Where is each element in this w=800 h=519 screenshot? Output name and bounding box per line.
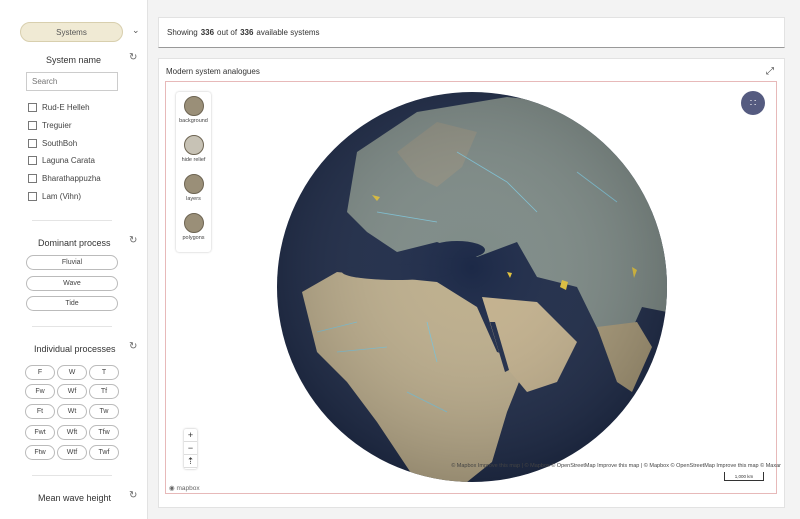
- scale-bar: 1,000 km: [724, 472, 764, 481]
- tool-label: hide relief: [181, 157, 206, 163]
- system-label: Treguier: [42, 121, 72, 130]
- process-button[interactable]: Fw: [25, 384, 55, 399]
- individual-processes-title: Individual processes: [34, 344, 116, 354]
- globe-shading: [277, 92, 667, 482]
- checkbox[interactable]: [28, 192, 37, 201]
- hide-relief-tool[interactable]: hide relief: [176, 135, 211, 163]
- sidebar: Systems ⌄ System name ↻ Rud-E Helleh Tre…: [0, 0, 148, 519]
- process-button[interactable]: Tw: [89, 404, 119, 419]
- globe[interactable]: [277, 92, 667, 482]
- grid-menu-button[interactable]: ∷: [741, 91, 765, 115]
- system-checkbox-row[interactable]: Laguna Carata: [28, 156, 95, 165]
- reset-icon[interactable]: ↻: [129, 341, 137, 352]
- system-label: Laguna Carata: [42, 156, 95, 165]
- process-button[interactable]: Tfw: [89, 425, 119, 440]
- reset-icon[interactable]: ↻: [129, 490, 137, 501]
- reset-icon[interactable]: ↻: [129, 235, 137, 246]
- results-summary: Showing 336 out of 336 available systems: [158, 17, 785, 48]
- shown-count: 336: [200, 28, 215, 37]
- system-label: Lam (Vihn): [42, 192, 81, 201]
- mapbox-icon: ◉: [169, 485, 175, 492]
- system-label: SouthBoh: [42, 139, 78, 148]
- process-button[interactable]: Ft: [25, 404, 55, 419]
- zoom-in-button[interactable]: +: [184, 429, 197, 442]
- expand-icon[interactable]: ⤢: [766, 66, 774, 77]
- tool-label: polygons: [182, 235, 205, 241]
- zoom-controls: + − ⇡: [184, 429, 197, 469]
- process-button[interactable]: Wft: [57, 425, 87, 440]
- system-label: Bharathappuzha: [42, 174, 101, 183]
- system-checkbox-row[interactable]: SouthBoh: [28, 139, 77, 148]
- dominant-process-title: Dominant process: [38, 238, 111, 248]
- process-button[interactable]: Twf: [89, 445, 119, 460]
- polygons-tool[interactable]: polygons: [176, 213, 211, 241]
- map-canvas[interactable]: background hide relief layers polygons ∷…: [165, 81, 777, 494]
- tool-label: layers: [186, 196, 201, 202]
- systems-button[interactable]: Systems: [20, 22, 123, 42]
- process-button[interactable]: T: [89, 365, 119, 380]
- divider: [32, 220, 112, 221]
- summary-prefix: Showing: [167, 28, 198, 37]
- checkbox[interactable]: [28, 121, 37, 130]
- tool-label: background: [179, 118, 208, 124]
- map-tools-panel: background hide relief layers polygons: [176, 92, 211, 252]
- process-button[interactable]: Tf: [89, 384, 119, 399]
- map-attribution[interactable]: © Mapbox Improve this map | © Mapbox © O…: [451, 463, 781, 469]
- logo-text: mapbox: [176, 485, 200, 492]
- system-name-title: System name: [46, 55, 102, 65]
- compass-button[interactable]: ⇡: [184, 455, 197, 468]
- system-checkbox-row[interactable]: Lam (Vihn): [28, 192, 81, 201]
- summary-suffix: available systems: [256, 28, 320, 37]
- background-tool[interactable]: background: [176, 96, 211, 124]
- process-button[interactable]: Wt: [57, 404, 87, 419]
- polygons-icon: [183, 213, 204, 233]
- mean-wave-height-title: Mean wave height: [38, 493, 112, 503]
- process-button[interactable]: Ftw: [25, 445, 55, 460]
- chevron-down-icon[interactable]: ⌄: [132, 25, 140, 36]
- checkbox[interactable]: [28, 139, 37, 148]
- dominant-fluvial-button[interactable]: Fluvial: [26, 255, 118, 270]
- process-button[interactable]: W: [57, 365, 87, 380]
- grid-icon: ∷: [749, 97, 757, 109]
- system-checkbox-row[interactable]: Rud-E Helleh: [28, 103, 90, 112]
- system-label: Rud-E Helleh: [42, 103, 90, 112]
- total-count: 336: [240, 28, 254, 37]
- layers-tool[interactable]: layers: [176, 174, 211, 202]
- system-checkbox-row[interactable]: Treguier: [28, 121, 72, 130]
- process-button[interactable]: F: [25, 365, 55, 380]
- dominant-wave-button[interactable]: Wave: [26, 276, 118, 291]
- map-title: Modern system analogues: [166, 67, 260, 76]
- process-button[interactable]: Fwt: [25, 425, 55, 440]
- divider: [32, 475, 112, 476]
- map-card: Modern system analogues ⤢ background hid…: [158, 58, 785, 508]
- layers-icon: [183, 174, 204, 194]
- checkbox[interactable]: [28, 103, 37, 112]
- dominant-tide-button[interactable]: Tide: [26, 296, 118, 311]
- checkbox[interactable]: [28, 174, 37, 183]
- background-icon: [183, 96, 204, 116]
- process-button[interactable]: Wtf: [57, 445, 87, 460]
- zoom-out-button[interactable]: −: [184, 442, 197, 455]
- reset-icon[interactable]: ↻: [129, 52, 137, 63]
- checkbox[interactable]: [28, 156, 37, 165]
- mapbox-logo[interactable]: ◉ mapbox: [169, 484, 200, 492]
- divider: [32, 326, 112, 327]
- summary-middle: out of: [217, 28, 238, 37]
- system-checkbox-row[interactable]: Bharathappuzha: [28, 174, 101, 183]
- hide-relief-icon: [183, 135, 204, 155]
- process-button[interactable]: Wf: [57, 384, 87, 399]
- search-input[interactable]: [26, 72, 118, 91]
